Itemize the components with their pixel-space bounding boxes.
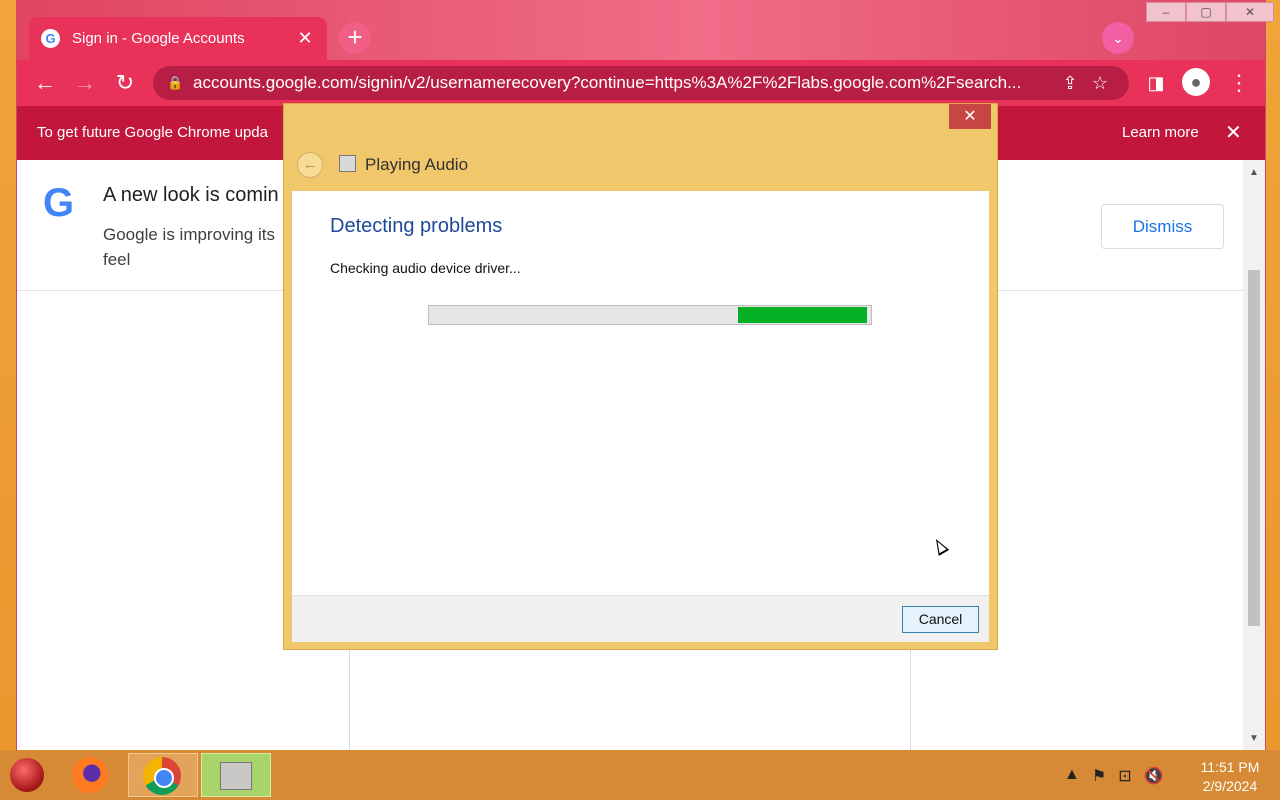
profile-avatar-icon[interactable]: ● [1182, 68, 1210, 96]
taskbar-troubleshooter[interactable] [201, 753, 271, 797]
taskbar-clock[interactable]: 11:51 PM 2/9/2024 [1190, 758, 1270, 796]
dialog-status: Checking audio device driver... [330, 260, 521, 276]
bookmark-star-icon[interactable]: ☆ [1085, 73, 1115, 94]
window-controls: ‒ ▢ ✕ [1146, 2, 1274, 24]
back-icon[interactable]: ← [31, 69, 59, 97]
google-logo-icon: G [43, 181, 75, 225]
signin-card [349, 650, 911, 750]
tab-search-button[interactable]: ⌄ [1102, 22, 1134, 54]
network-icon[interactable]: ⊡ [1118, 766, 1131, 786]
infobar-close-icon[interactable]: ✕ [1225, 120, 1242, 145]
dialog-heading: Detecting problems [330, 215, 503, 237]
clock-date: 2/9/2024 [1202, 778, 1258, 794]
taskbar: ▲ ⚑ ⊡ 🔇 11:51 PM 2/9/2024 [0, 750, 1280, 800]
dialog-close-button[interactable]: ✕ [949, 104, 991, 129]
banner-body: Google is improving its feel [103, 225, 275, 269]
show-hidden-icons-icon[interactable]: ▲ [1064, 766, 1080, 786]
troubleshooter-dialog: ✕ ← Playing Audio Detecting problems Che… [283, 103, 998, 650]
infobar-message: To get future Google Chrome upda [37, 124, 268, 141]
dialog-body: Detecting problems Checking audio device… [292, 191, 989, 642]
window-close-button[interactable]: ✕ [1226, 2, 1274, 22]
browser-toolbar: ← → ↻ 🔒 accounts.google.com/signin/v2/us… [17, 60, 1265, 106]
dialog-footer: Cancel [292, 595, 989, 642]
scroll-up-icon[interactable]: ▲ [1243, 164, 1265, 182]
address-bar[interactable]: 🔒 accounts.google.com/signin/v2/username… [153, 66, 1129, 100]
scroll-down-icon[interactable]: ▼ [1243, 730, 1265, 748]
progress-bar [428, 305, 872, 325]
dismiss-button[interactable]: Dismiss [1101, 204, 1224, 249]
progress-fill [738, 307, 867, 323]
menu-icon[interactable]: ⋮ [1225, 69, 1253, 97]
chrome-icon [143, 757, 181, 795]
firefox-icon [72, 757, 108, 793]
tab-title: Sign in - Google Accounts [72, 30, 245, 47]
lock-icon: 🔒 [167, 75, 184, 90]
start-button[interactable] [10, 758, 44, 792]
google-favicon-icon: G [41, 29, 60, 48]
side-panel-icon[interactable]: ◨ [1142, 69, 1170, 97]
cancel-button[interactable]: Cancel [902, 606, 979, 633]
url-text[interactable]: accounts.google.com/signin/v2/usernamere… [193, 73, 1055, 93]
taskbar-firefox[interactable] [55, 753, 125, 797]
banner-title: A new look is comin [103, 184, 279, 206]
troubleshooter-icon [220, 762, 252, 790]
new-tab-button[interactable]: + [339, 22, 371, 54]
tab-strip: G Sign in - Google Accounts ✕ + ⌄ [17, 0, 1265, 60]
share-icon[interactable]: ⇪ [1055, 73, 1085, 94]
forward-icon[interactable]: → [71, 69, 99, 97]
page-scrollbar[interactable]: ▲ ▼ [1243, 160, 1265, 750]
maximize-button[interactable]: ▢ [1186, 2, 1226, 22]
speaker-app-icon [339, 155, 356, 172]
dialog-title: Playing Audio [365, 155, 469, 174]
clock-time: 11:51 PM [1200, 759, 1260, 775]
minimize-button[interactable]: ‒ [1146, 2, 1186, 22]
taskbar-chrome[interactable] [128, 753, 198, 797]
tab-google-accounts[interactable]: G Sign in - Google Accounts ✕ [29, 17, 327, 60]
dialog-back-icon[interactable]: ← [297, 152, 323, 178]
learn-more-link[interactable]: Learn more [1122, 124, 1199, 141]
action-center-flag-icon[interactable]: ⚑ [1092, 766, 1106, 786]
reload-icon[interactable]: ↻ [111, 69, 139, 97]
system-tray: ▲ ⚑ ⊡ 🔇 [1064, 766, 1164, 786]
volume-muted-icon[interactable]: 🔇 [1144, 766, 1164, 786]
tab-close-icon[interactable]: ✕ [295, 28, 315, 49]
scroll-thumb[interactable] [1248, 270, 1260, 626]
